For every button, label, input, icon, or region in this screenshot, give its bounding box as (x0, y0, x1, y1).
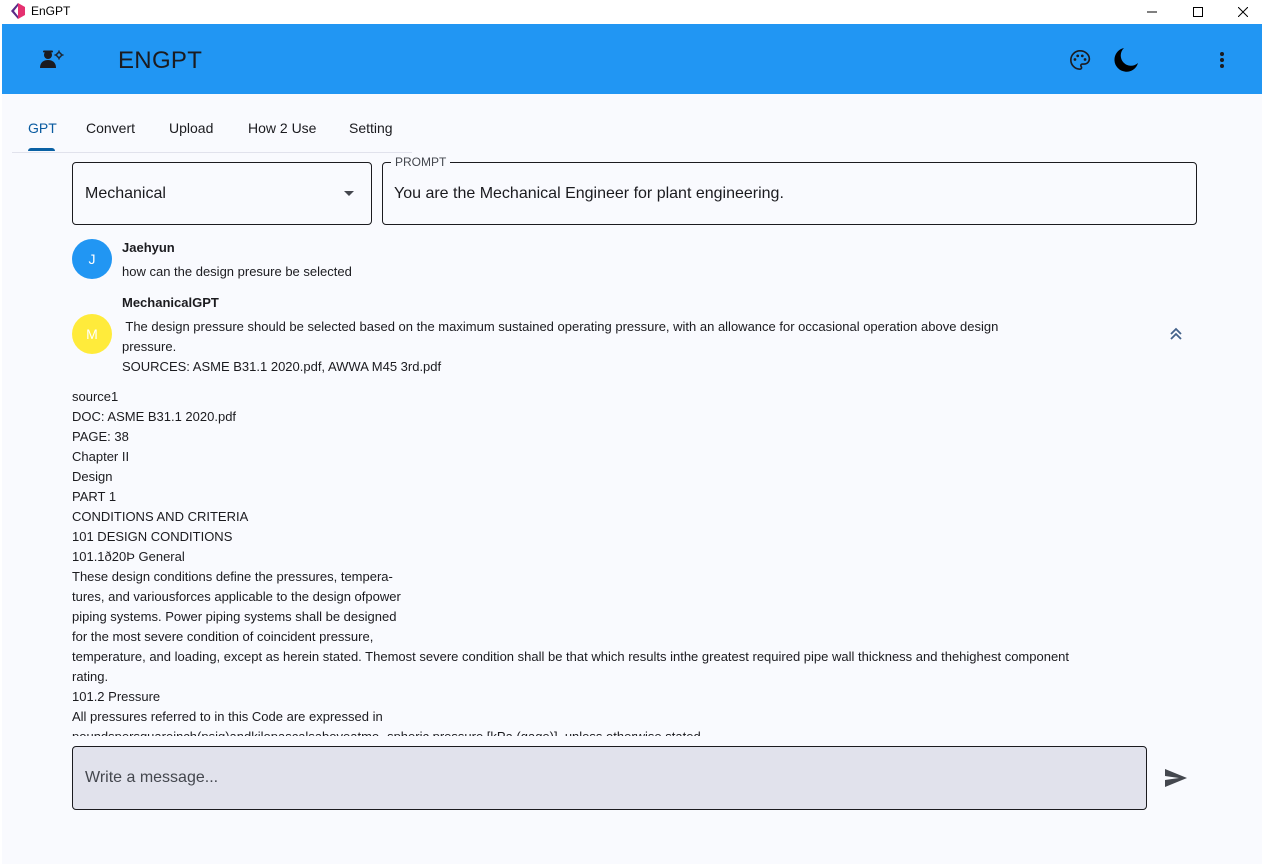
window-titlebar: EnGPT (0, 0, 1262, 24)
role-select-value: Mechanical (85, 185, 166, 202)
message-composer (72, 746, 1147, 810)
tab-upload[interactable]: Upload (169, 105, 213, 151)
source-line: 101.2 Pressure (72, 689, 161, 704)
source-line: temperature, and loading, except as here… (72, 649, 1070, 664)
message-text: pressure. (122, 339, 177, 354)
tab-gpt[interactable]: GPT (28, 105, 57, 151)
source-line: These design conditions define the press… (72, 569, 393, 584)
tab-how-to-use[interactable]: How 2 Use (248, 105, 316, 151)
prompt-label: PROMPT (391, 155, 451, 169)
source-line: for the most severe condition of coincid… (72, 629, 374, 644)
source-line: 101.1ð20Þ General (72, 549, 185, 564)
more-menu-button[interactable] (1210, 48, 1234, 72)
dark-mode-icon (1114, 48, 1138, 72)
send-icon (1165, 769, 1187, 787)
message-sources: SOURCES: ASME B31.1 2020.pdf, AWWA M45 3… (122, 359, 442, 374)
message-input[interactable] (73, 747, 1146, 809)
tab-setting[interactable]: Setting (349, 105, 393, 151)
source-line: rating. (72, 669, 109, 684)
tab-bar: GPT Convert Upload How 2 Use Setting (12, 105, 412, 153)
app-bar: ENGPT (2, 24, 1262, 94)
active-tab-indicator (28, 148, 55, 151)
source-detail-panel: source1 DOC: ASME B31.1 2020.pdf PAGE: 3… (72, 387, 1202, 736)
message-author: MechanicalGPT (122, 295, 219, 310)
collapse-sources-button[interactable] (1164, 322, 1188, 346)
message-text: how can the design presure be selected (122, 264, 352, 279)
prompt-field[interactable]: PROMPT You are the Mechanical Engineer f… (382, 155, 1197, 225)
app-title: ENGPT (118, 47, 203, 74)
maximize-icon (1193, 7, 1203, 17)
dark-mode-button[interactable] (1110, 44, 1142, 76)
theme-color-button[interactable] (1066, 46, 1094, 74)
more-vert-icon (1220, 52, 1224, 68)
window-title: EnGPT (31, 4, 71, 18)
minimize-button[interactable] (1129, 0, 1175, 24)
avatar-letter: M (86, 326, 98, 342)
window-border (0, 24, 2, 864)
source-line: All pressures referred to in this Code a… (72, 709, 383, 724)
app-logo-icon (11, 3, 25, 19)
source-line: 101 DESIGN CONDITIONS (72, 529, 233, 544)
source-line: Chapter II (72, 449, 130, 464)
avatar-assistant: M (72, 314, 112, 354)
minimize-icon (1147, 11, 1157, 13)
tab-convert[interactable]: Convert (86, 105, 135, 151)
engineer-button[interactable] (38, 47, 66, 71)
engineer-icon (40, 50, 64, 68)
source-line: source1 (72, 389, 119, 404)
role-select[interactable]: Mechanical (72, 162, 372, 225)
avatar-letter: J (88, 251, 96, 267)
source-line: poundspersquareinch(psig)andkilopascalsa… (72, 727, 1202, 736)
close-icon (1238, 7, 1248, 17)
source-line: tures, and variousforces applicable to t… (72, 589, 401, 604)
dropdown-arrow-icon (344, 191, 354, 196)
source-line: piping systems. Power piping systems sha… (72, 609, 397, 624)
source-line: PART 1 (72, 489, 117, 504)
close-button[interactable] (1220, 0, 1262, 24)
source-line: CONDITIONS AND CRITERIA (72, 509, 249, 524)
avatar-user: J (72, 239, 112, 279)
double-chevron-up-icon (1170, 327, 1182, 340)
prompt-value: You are the Mechanical Engineer for plan… (394, 185, 784, 202)
message-text: The design pressure should be selected b… (122, 319, 999, 334)
assistant-message-body: The design pressure should be selected b… (122, 317, 1142, 377)
maximize-button[interactable] (1175, 0, 1221, 24)
message-author: Jaehyun (122, 240, 175, 255)
source-line: Design (72, 469, 113, 484)
source-line: DOC: ASME B31.1 2020.pdf (72, 409, 237, 424)
palette-icon (1070, 50, 1091, 70)
send-button[interactable] (1162, 764, 1190, 792)
source-line: PAGE: 38 (72, 429, 129, 444)
